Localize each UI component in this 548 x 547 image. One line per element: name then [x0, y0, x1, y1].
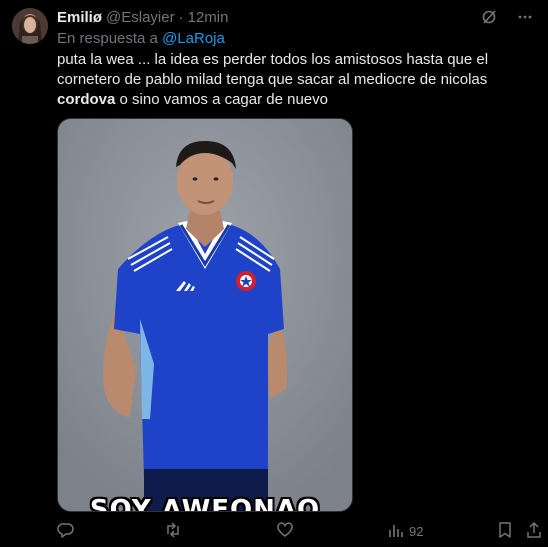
tweet-actions-bar: 92: [57, 520, 541, 542]
reply-button[interactable]: [57, 520, 75, 542]
like-button[interactable]: [276, 520, 294, 542]
tweet-text-part1: puta la wea ... la idea es perder todos …: [57, 51, 489, 88]
views-icon: [387, 521, 405, 542]
player-photo: [58, 119, 352, 511]
avatar-image: [12, 8, 48, 44]
share-button[interactable]: [525, 520, 543, 542]
reply-mention-link[interactable]: @LaRoja: [162, 30, 225, 47]
more-icon[interactable]: [516, 8, 534, 26]
views-count: 92: [409, 523, 424, 539]
tweet-header: Emiliø @Eslayier · 12min: [57, 8, 538, 28]
like-icon: [276, 521, 294, 542]
retweet-icon: [164, 521, 182, 542]
reply-context: En respuesta a @LaRoja: [57, 29, 225, 49]
tweet-text-bold: cordova: [57, 91, 116, 108]
meme-caption: SOY AWEONAO: [89, 495, 321, 512]
grok-icon[interactable]: [480, 8, 498, 26]
author-handle[interactable]: @Eslayier: [106, 8, 175, 28]
tweet[interactable]: Emiliø @Eslayier · 12min En respuesta a …: [0, 0, 548, 547]
tweet-time[interactable]: 12min: [188, 8, 229, 28]
author-name[interactable]: Emiliø: [57, 8, 102, 28]
bookmark-icon: [496, 521, 514, 542]
tweet-media-image[interactable]: SOY AWEONAO: [57, 118, 353, 512]
share-icon: [525, 521, 543, 542]
avatar[interactable]: [12, 8, 48, 44]
bookmark-button[interactable]: [496, 520, 514, 542]
tweet-text: puta la wea ... la idea es perder todos …: [57, 50, 537, 110]
reply-icon: [57, 521, 75, 542]
retweet-button[interactable]: [164, 520, 182, 542]
views-button[interactable]: 92: [387, 520, 423, 542]
reply-prefix: En respuesta a: [57, 30, 158, 47]
tweet-text-part2: o sino vamos a cagar de nuevo: [119, 91, 328, 108]
separator-dot: ·: [178, 9, 184, 26]
